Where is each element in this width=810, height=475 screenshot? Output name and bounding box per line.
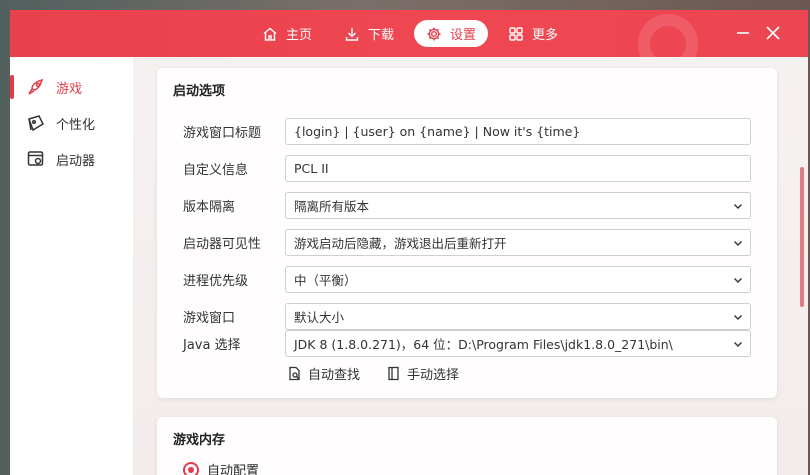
manual-select-label: 手动选择 [407,368,460,383]
process-priority-row: 进程优先级 中（平衡） [183,266,751,293]
launcher-visibility-select[interactable]: 游戏启动后隐藏，游戏退出后重新打开 [285,229,751,256]
sidebar-item-game[interactable]: 游戏 [10,69,133,105]
launcher-visibility-label: 启动器可见性 [183,237,262,252]
nav-more[interactable]: 更多 [496,20,570,47]
chevron-down-icon [734,241,742,246]
version-isolation-label: 版本隔离 [183,200,236,215]
app-window: 主页 下载 设置 更多 游戏 个性化 启动器 启动选项 游戏窗口标题 {logi… [10,10,808,475]
nav-home-label: 主页 [286,28,313,43]
chevron-down-icon [734,315,742,320]
sidebar-item-launcher-label: 启动器 [56,153,96,169]
close-icon [766,26,780,40]
nav-download-label: 下载 [368,28,395,43]
content-scrollbar[interactable] [800,167,804,307]
title-bar: 主页 下载 设置 更多 [10,10,808,74]
manual-select-button[interactable]: 手动选择 [386,364,459,383]
download-icon [345,27,359,41]
process-priority-label: 进程优先级 [183,274,249,289]
custom-info-row: 自定义信息 PCL II [183,155,751,182]
game-window-label: 游戏窗口 [183,311,236,326]
nav-settings-label: 设置 [450,28,477,43]
nav-home[interactable]: 主页 [250,20,324,47]
java-select-label: Java 选择 [183,338,241,353]
settings-content: 启动选项 游戏窗口标题 {login} | {user} on {name} |… [133,57,808,475]
home-icon [263,27,277,41]
auto-find-button[interactable]: 自动查找 [287,364,360,383]
grid-icon [509,26,523,41]
launch-options-card: 启动选项 游戏窗口标题 {login} | {user} on {name} |… [157,68,777,398]
chevron-down-icon [734,278,742,283]
minimize-button[interactable] [734,24,752,42]
nav-settings[interactable]: 设置 [414,20,489,47]
game-window-title-label: 游戏窗口标题 [183,126,262,141]
palette-icon [28,115,44,132]
version-isolation-row: 版本隔离 隔离所有版本 [183,192,751,219]
game-window-title-row: 游戏窗口标题 {login} | {user} on {name} | Now … [183,118,751,145]
game-window-title-input[interactable]: {login} | {user} on {name} | Now it's {t… [285,118,751,145]
search-file-icon [289,366,300,381]
memory-title: 游戏内存 [173,433,226,448]
auto-config-radio[interactable] [183,461,199,475]
folder-select-icon [388,366,399,381]
minimize-icon [737,32,749,34]
custom-info-input[interactable]: PCL II [285,155,751,182]
java-actions: 自动查找 手动选择 [287,364,459,383]
java-select[interactable]: JDK 8 (1.8.0.271)，64 位：D:\Program Files\… [285,330,751,357]
sidebar: 游戏 个性化 启动器 [10,57,133,475]
launcher-visibility-row: 启动器可见性 游戏启动后隐藏，游戏退出后重新打开 [183,229,751,256]
launch-options-title: 启动选项 [173,84,226,99]
rocket-icon [28,78,44,95]
close-button[interactable] [764,24,782,42]
launcher-settings-icon [27,151,44,166]
version-isolation-select[interactable]: 隔离所有版本 [285,192,751,219]
nav-more-label: 更多 [532,28,559,43]
game-window-select[interactable]: 默认大小 [285,303,751,330]
java-select-row: Java 选择 JDK 8 (1.8.0.271)，64 位：D:\Progra… [183,330,751,357]
auto-config-label: 自动配置 [207,464,260,475]
sidebar-item-personalize-label: 个性化 [56,117,96,133]
custom-info-label: 自定义信息 [183,163,249,178]
auto-config-option[interactable]: 自动配置 [183,460,259,475]
top-nav: 主页 下载 设置 更多 [250,20,570,47]
sidebar-item-launcher[interactable]: 启动器 [10,141,133,177]
settings-icon [427,27,441,40]
game-window-row: 游戏窗口 默认大小 [183,303,751,330]
auto-find-label: 自动查找 [308,368,361,383]
nav-download[interactable]: 下载 [332,20,406,47]
sidebar-item-personalize[interactable]: 个性化 [10,105,133,141]
memory-card: 游戏内存 自动配置 [157,417,777,475]
chevron-down-icon [734,204,742,209]
chevron-down-icon [734,342,742,347]
sidebar-item-game-label: 游戏 [56,81,83,97]
process-priority-select[interactable]: 中（平衡） [285,266,751,293]
